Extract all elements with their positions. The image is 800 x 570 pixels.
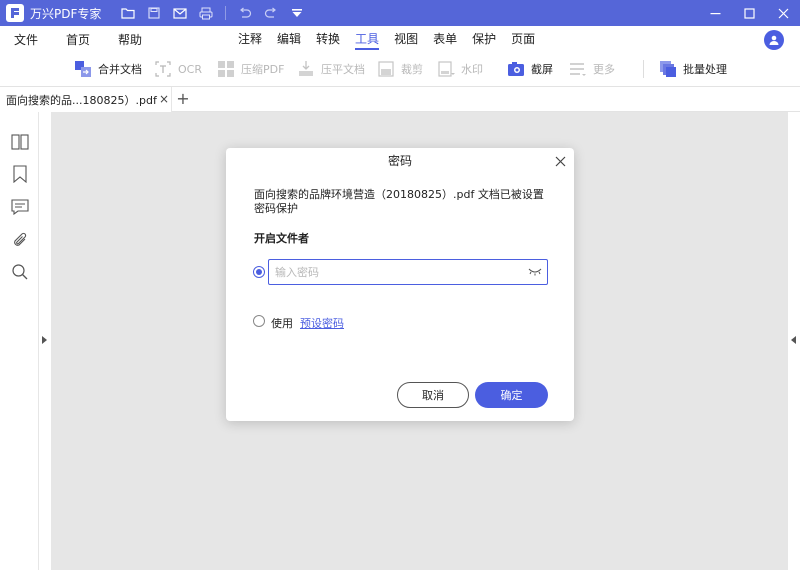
document-tab-title: 面向搜索的品...180825）.pdf (6, 93, 157, 107)
search-icon[interactable] (10, 262, 30, 282)
list-icon (569, 60, 587, 78)
preset-password-link[interactable]: 预设密码 (300, 315, 344, 331)
batch-icon (659, 60, 677, 78)
tab-view[interactable]: 视图 (394, 26, 418, 52)
redo-icon[interactable] (258, 0, 284, 26)
password-input[interactable] (268, 259, 548, 285)
screenshot-button[interactable]: 截屏 (507, 60, 553, 78)
dialog-message: 面向搜索的品牌环境营造（20180825）.pdf 文档已被设置密码保护 (254, 188, 544, 215)
menu-help[interactable]: 帮助 (118, 31, 142, 48)
app-title: 万兴PDF专家 (30, 6, 102, 21)
batch-label: 批量处理 (683, 63, 727, 76)
flatten-icon (297, 60, 315, 78)
expand-arrow-icon (42, 336, 47, 344)
menu-file[interactable]: 文件 (14, 31, 38, 48)
menu-left: 文件 首页 帮助 (14, 26, 170, 52)
open-password-radio[interactable] (253, 266, 265, 278)
section-heading: 开启文件者 (254, 232, 309, 245)
add-tab-icon[interactable]: + (175, 89, 191, 109)
window-controls (698, 0, 800, 26)
attachment-icon[interactable] (10, 230, 30, 250)
save-icon[interactable] (141, 0, 167, 26)
password-dialog: 密码 面向搜索的品牌环境营造（20180825）.pdf 文档已被设置密码保护 … (226, 148, 574, 421)
flatten-button[interactable]: 压平文档 (297, 60, 365, 78)
merge-label: 合并文档 (98, 63, 142, 76)
user-avatar-icon[interactable] (764, 30, 784, 50)
tools-ribbon: 合并文档 OCR 压缩PDF 压平文档 裁剪 水印 截屏 更多 批量处理 (0, 52, 800, 86)
tab-page[interactable]: 页面 (511, 26, 535, 52)
merge-icon (74, 60, 92, 78)
toolbar-separator (225, 6, 227, 20)
watermark-button[interactable]: 水印 (437, 60, 483, 78)
crop-icon (377, 60, 395, 78)
maximize-icon[interactable] (732, 0, 766, 26)
comment-icon[interactable] (10, 197, 30, 217)
document-tab-strip: 面向搜索的品...180825）.pdf × + (0, 86, 800, 112)
watermark-label: 水印 (461, 63, 483, 76)
document-tab[interactable]: 面向搜索的品...180825）.pdf (0, 87, 172, 112)
minimize-icon[interactable] (698, 0, 732, 26)
crop-label: 裁剪 (401, 63, 423, 76)
left-sidebar (0, 112, 39, 570)
watermark-icon (437, 60, 455, 78)
collapse-arrow-icon (791, 336, 796, 344)
dropdown-arrow-icon[interactable] (284, 0, 310, 26)
ok-button[interactable]: 确定 (475, 382, 548, 408)
quick-access-toolbar (115, 0, 310, 26)
tab-tools[interactable]: 工具 (355, 26, 380, 52)
compress-button[interactable]: 压缩PDF (217, 60, 284, 78)
mail-icon[interactable] (167, 0, 193, 26)
menu-tabs: 注释 编辑 转换 工具 视图 表单 保护 页面 (238, 26, 550, 52)
undo-icon[interactable] (232, 0, 258, 26)
sidebar-expand-handle[interactable] (39, 112, 51, 570)
app-logo-icon (6, 4, 24, 22)
tab-edit[interactable]: 编辑 (277, 26, 301, 52)
preset-password-radio[interactable] (253, 315, 265, 327)
ocr-button[interactable]: OCR (154, 60, 202, 78)
menu-bar: 文件 首页 帮助 注释 编辑 转换 工具 视图 表单 保护 页面 (0, 26, 800, 52)
camera-icon (507, 60, 525, 78)
ocr-icon (154, 60, 172, 78)
toolbar-separator (643, 60, 644, 78)
more-button[interactable]: 更多 (569, 60, 615, 78)
use-label: 使用 (271, 317, 293, 330)
right-panel-handle[interactable] (788, 112, 800, 570)
cancel-button[interactable]: 取消 (397, 382, 469, 408)
tab-convert[interactable]: 转换 (316, 26, 340, 52)
compress-icon (217, 60, 235, 78)
screenshot-label: 截屏 (531, 63, 553, 76)
batch-button[interactable]: 批量处理 (659, 60, 727, 78)
flatten-label: 压平文档 (321, 63, 365, 76)
ocr-label: OCR (178, 62, 202, 76)
more-label: 更多 (593, 63, 615, 76)
bookmark-icon[interactable] (10, 164, 30, 184)
merge-button[interactable]: 合并文档 (74, 60, 142, 78)
dialog-title: 密码 (387, 154, 412, 168)
eye-closed-icon[interactable] (527, 265, 543, 279)
crop-button[interactable]: 裁剪 (377, 60, 423, 78)
tab-comment[interactable]: 注释 (238, 26, 262, 52)
thumbnail-icon[interactable] (10, 132, 30, 152)
folder-icon[interactable] (115, 0, 141, 26)
compress-label: 压缩PDF (241, 63, 285, 76)
tab-form[interactable]: 表单 (433, 26, 457, 52)
close-icon[interactable] (766, 0, 800, 26)
tab-protect[interactable]: 保护 (472, 26, 496, 52)
print-icon[interactable] (193, 0, 219, 26)
title-bar: 万兴PDF专家 (0, 0, 800, 26)
dialog-close-icon[interactable] (553, 154, 567, 168)
tab-close-icon[interactable]: × (158, 92, 170, 106)
menu-home[interactable]: 首页 (66, 31, 90, 48)
